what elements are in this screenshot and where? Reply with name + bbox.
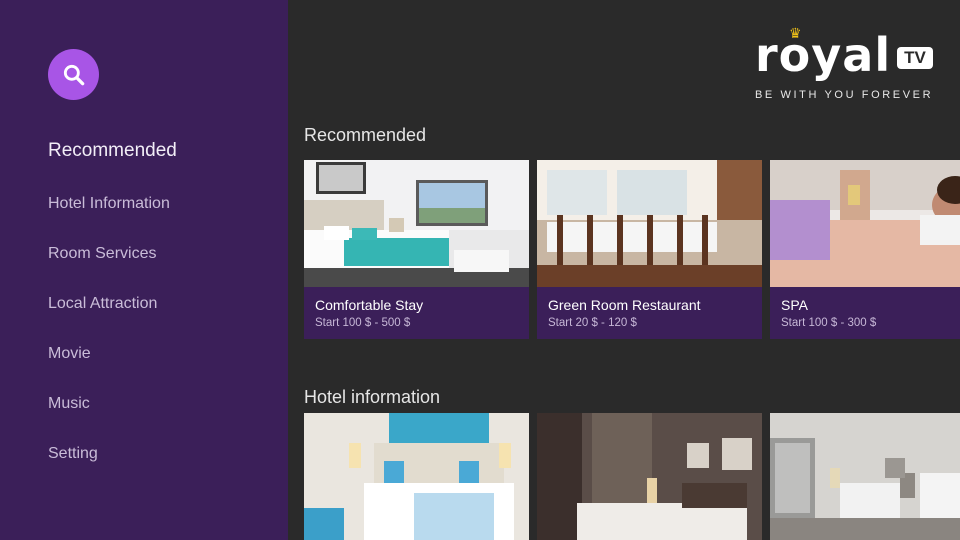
sidebar-item-recommended[interactable]: Recommended bbox=[48, 138, 177, 191]
card-price: Start 20 $ - 120 $ bbox=[548, 317, 637, 329]
section-title-recommended: Recommended bbox=[304, 125, 427, 145]
card-price: Start 100 $ - 300 $ bbox=[781, 317, 877, 329]
card-title: SPA bbox=[781, 297, 808, 313]
card-price: Start 100 $ - 500 $ bbox=[315, 317, 411, 329]
bedroom-image bbox=[304, 160, 529, 287]
crown-icon: ♛ bbox=[789, 25, 802, 41]
card-hotel-room-3[interactable] bbox=[770, 413, 960, 540]
card-title: Comfortable Stay bbox=[315, 297, 424, 313]
hotel-room-image bbox=[304, 413, 529, 540]
brand-tagline: BE WITH YOU FOREVER bbox=[755, 89, 934, 101]
sidebar-item-music[interactable]: Music bbox=[48, 391, 177, 441]
sidebar-item-setting[interactable]: Setting bbox=[48, 441, 177, 491]
search-icon bbox=[63, 64, 84, 85]
brand-logo: royal ♛ TV BE WITH YOU FOREVER bbox=[755, 26, 940, 101]
recommended-row: Comfortable Stay Start 100 $ - 500 $ Gre… bbox=[304, 160, 960, 339]
section-title-hotel-information: Hotel information bbox=[304, 387, 441, 407]
main-content: royal ♛ TV BE WITH YOU FOREVER Recommend… bbox=[288, 0, 960, 540]
hotel-information-row bbox=[304, 413, 960, 540]
hotel-room-image bbox=[537, 413, 762, 540]
card-title: Green Room Restaurant bbox=[548, 297, 701, 313]
card-hotel-room-1[interactable] bbox=[304, 413, 529, 540]
sidebar-item-movie[interactable]: Movie bbox=[48, 341, 177, 391]
sidebar-item-hotel-information[interactable]: Hotel Information bbox=[48, 191, 177, 241]
sidebar-item-room-services[interactable]: Room Services bbox=[48, 241, 177, 291]
card-green-room-restaurant[interactable]: Green Room Restaurant Start 20 $ - 120 $ bbox=[537, 160, 762, 339]
spa-image bbox=[770, 160, 960, 287]
card-hotel-room-2[interactable] bbox=[537, 413, 762, 540]
hotel-room-image bbox=[770, 413, 960, 540]
restaurant-image bbox=[537, 160, 762, 287]
card-comfortable-stay[interactable]: Comfortable Stay Start 100 $ - 500 $ bbox=[304, 160, 529, 339]
search-button[interactable] bbox=[48, 49, 99, 100]
card-spa[interactable]: SPA Start 100 $ - 300 $ bbox=[770, 160, 960, 339]
sidebar-item-local-attraction[interactable]: Local Attraction bbox=[48, 291, 177, 341]
sidebar-nav: Recommended Hotel Information Room Servi… bbox=[48, 138, 177, 491]
sidebar: Recommended Hotel Information Room Servi… bbox=[0, 0, 288, 540]
brand-name: royal bbox=[755, 28, 892, 82]
brand-suffix: TV bbox=[897, 47, 933, 69]
